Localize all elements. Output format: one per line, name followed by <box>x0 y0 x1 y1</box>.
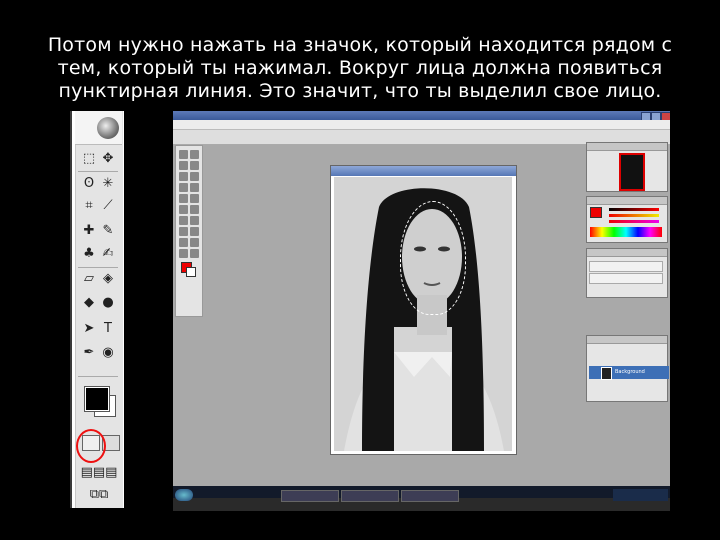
mini-tool-icon[interactable] <box>179 238 188 247</box>
caption-line-2: тем, который ты нажимал. Вокруг лица дол… <box>57 57 663 79</box>
mini-tool-icon[interactable] <box>190 194 199 203</box>
paint-bucket-tool-icon[interactable]: ◈ <box>99 269 117 287</box>
slice-tool-icon[interactable]: ⟋ <box>99 196 117 214</box>
portrait-photo <box>334 177 512 451</box>
menu-bar: FileEditImageLayerSelectFilterViewWindow… <box>173 120 670 137</box>
layer-thumbnail <box>601 367 612 380</box>
mini-tool-icon[interactable] <box>179 216 188 225</box>
jump-to-imageready-icon[interactable]: ⧉⧉ <box>82 485 116 503</box>
green-slider[interactable] <box>609 214 659 217</box>
history-brush-tool-icon[interactable]: ✍ <box>99 244 117 262</box>
mini-tool-icon[interactable] <box>190 238 199 247</box>
lasso-tool-icon[interactable]: ʘ <box>80 174 98 192</box>
mini-tool-icon[interactable] <box>179 150 188 159</box>
windows-taskbar <box>173 486 670 511</box>
move-tool-icon[interactable]: ✥ <box>99 149 117 167</box>
color-foreground-swatch[interactable] <box>590 207 602 218</box>
caption-line-1: Потом нужно нажать на значок, который на… <box>47 34 673 56</box>
history-tabs[interactable] <box>587 249 667 257</box>
photoshop-window: FileEditImageLayerSelectFilterViewWindow… <box>173 111 670 511</box>
mini-tool-icon[interactable] <box>190 172 199 181</box>
mini-tool-icon[interactable] <box>190 150 199 159</box>
shape-tool-icon[interactable]: ◉ <box>99 343 117 361</box>
start-button[interactable] <box>175 489 193 501</box>
mini-tool-icon[interactable] <box>179 172 188 181</box>
window-titlebar <box>173 111 670 121</box>
taskbar-item[interactable] <box>281 490 339 502</box>
path-selection-tool-icon[interactable]: ➤ <box>80 319 98 337</box>
photoshop-eye-icon <box>97 117 119 139</box>
history-snapshot[interactable] <box>589 261 663 272</box>
navigator-panel <box>586 142 668 192</box>
marquee-tool-icon[interactable]: ⬚ <box>80 149 98 167</box>
history-panel <box>586 248 668 298</box>
face-selection-marquee[interactable] <box>400 201 466 315</box>
screen-mode-icons[interactable]: ▤▤▤ <box>81 463 118 481</box>
navigator-tabs[interactable] <box>587 143 667 151</box>
magic-wand-tool-icon[interactable]: ✳ <box>99 174 117 192</box>
brush-tool-icon[interactable]: ✎ <box>99 221 117 239</box>
blue-slider[interactable] <box>609 220 659 223</box>
mini-tool-icon[interactable] <box>190 216 199 225</box>
blur-tool-icon[interactable]: ◆ <box>80 293 98 311</box>
color-panel <box>586 196 668 243</box>
type-tool-icon[interactable]: T <box>99 319 117 337</box>
dodge-tool-icon[interactable]: ● <box>99 293 117 311</box>
toolbox-header <box>75 111 122 145</box>
system-tray <box>613 489 668 501</box>
history-step[interactable] <box>589 273 663 284</box>
highlight-circle <box>76 429 106 463</box>
mini-tool-icon[interactable] <box>190 249 199 258</box>
color-tabs[interactable] <box>587 197 667 205</box>
eraser-tool-icon[interactable]: ▱ <box>80 269 98 287</box>
layers-tabs[interactable] <box>587 336 667 344</box>
healing-brush-tool-icon[interactable]: ✚ <box>80 221 98 239</box>
instruction-caption: Потом нужно нажать на значок, который на… <box>30 34 690 103</box>
mini-tool-icon[interactable] <box>190 205 199 214</box>
pen-tool-icon[interactable]: ✒ <box>80 343 98 361</box>
document-titlebar <box>331 166 516 176</box>
toolbox-divider <box>78 267 118 268</box>
layer-row[interactable]: Background <box>589 366 669 380</box>
mini-tool-icon[interactable] <box>190 183 199 192</box>
mini-tool-icon[interactable] <box>179 205 188 214</box>
mini-tool-icon[interactable] <box>190 161 199 170</box>
mini-tool-icon[interactable] <box>179 249 188 258</box>
layers-panel: Background <box>586 335 669 402</box>
crop-tool-icon[interactable]: ⌗ <box>80 196 98 214</box>
layer-name: Background <box>615 369 645 375</box>
mini-toolbox <box>175 145 203 317</box>
taskbar-item[interactable] <box>401 490 459 502</box>
foreground-color-swatch[interactable] <box>84 386 110 412</box>
caption-line-3: пунктирная линия. Это значит, что ты выд… <box>58 80 662 102</box>
taskbar-item[interactable] <box>341 490 399 502</box>
color-spectrum[interactable] <box>590 227 662 237</box>
mini-tool-icon[interactable] <box>179 161 188 170</box>
mini-tool-icon[interactable] <box>179 183 188 192</box>
document-window <box>330 165 517 455</box>
clone-stamp-tool-icon[interactable]: ♣ <box>80 244 98 262</box>
toolbox-divider <box>78 376 118 377</box>
mini-tool-icon[interactable] <box>179 194 188 203</box>
mini-background-swatch[interactable] <box>186 267 196 277</box>
mini-tool-icon[interactable] <box>190 227 199 236</box>
red-slider[interactable] <box>609 208 659 211</box>
toolbox-divider <box>78 171 118 172</box>
navigator-thumbnail[interactable] <box>619 153 645 191</box>
mini-tool-icon[interactable] <box>179 227 188 236</box>
